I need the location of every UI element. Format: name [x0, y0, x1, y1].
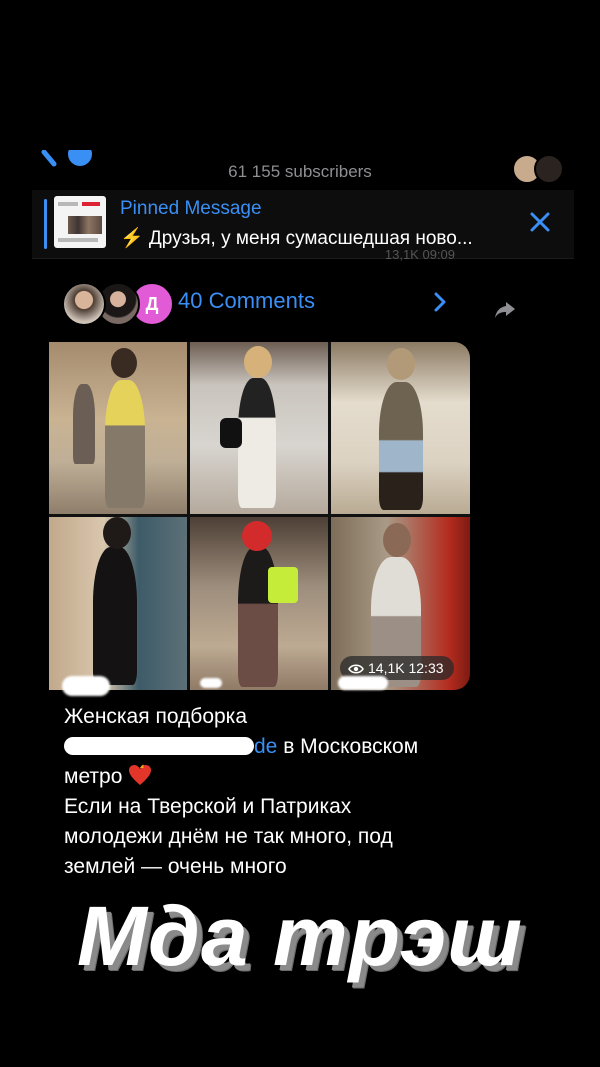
pinned-preview-text: ⚡ Друзья, у меня сумасшедшая ново...	[120, 228, 473, 249]
post-caption: Женская подборка de в Московском метро Е…	[64, 702, 534, 882]
censored-handle	[64, 737, 254, 755]
caption-line: метро	[64, 762, 534, 792]
censor-scribble	[200, 678, 222, 688]
share-icon[interactable]	[492, 297, 518, 323]
photo[interactable]	[331, 342, 470, 514]
photo[interactable]	[190, 342, 328, 514]
caption-text: метро	[64, 765, 123, 788]
close-icon[interactable]	[528, 210, 552, 234]
divider	[32, 258, 574, 259]
avatar	[534, 154, 564, 184]
subscriber-count: 61 155 subscribers	[228, 162, 372, 181]
pinned-thumbnail	[54, 196, 106, 248]
chevron-right-icon	[434, 292, 446, 312]
caption-line: Женская подборка	[64, 705, 248, 728]
photo[interactable]	[190, 517, 328, 690]
views-time-text: 14,1K 12:33	[368, 660, 444, 676]
caption-line: землей — очень много	[64, 855, 287, 878]
channel-header: 61 155 subscribers	[0, 150, 600, 190]
pinned-indicator	[44, 199, 47, 249]
censor-scribble	[338, 676, 388, 690]
censor-scribble	[62, 676, 110, 696]
photo[interactable]	[49, 517, 187, 690]
caption-line: de в Московском	[64, 732, 534, 762]
story-overlay-text: Мда трэш	[77, 889, 523, 983]
comments-bar[interactable]: Д 40 Comments	[50, 278, 470, 330]
pinned-message-bar[interactable]: Pinned Message ⚡ Друзья, у меня сумасшед…	[32, 190, 574, 258]
caption-line: молодежи днём не так много, под	[64, 825, 393, 848]
comments-count-label[interactable]: 40 Comments	[178, 288, 315, 314]
photo[interactable]	[49, 342, 187, 514]
channel-link[interactable]: de	[254, 735, 277, 758]
eye-icon	[348, 664, 364, 674]
caption-line: Если на Тверской и Патриках	[64, 795, 352, 818]
channel-avatar-stack[interactable]	[512, 154, 566, 184]
media-album[interactable]	[49, 342, 470, 690]
caption-text: в Московском	[277, 735, 419, 758]
post-meta-partial: 13,1K 09:09	[384, 247, 455, 262]
pinned-title: Pinned Message	[120, 198, 262, 219]
commenter-avatar	[62, 282, 106, 326]
heart-on-fire-icon	[129, 764, 152, 785]
